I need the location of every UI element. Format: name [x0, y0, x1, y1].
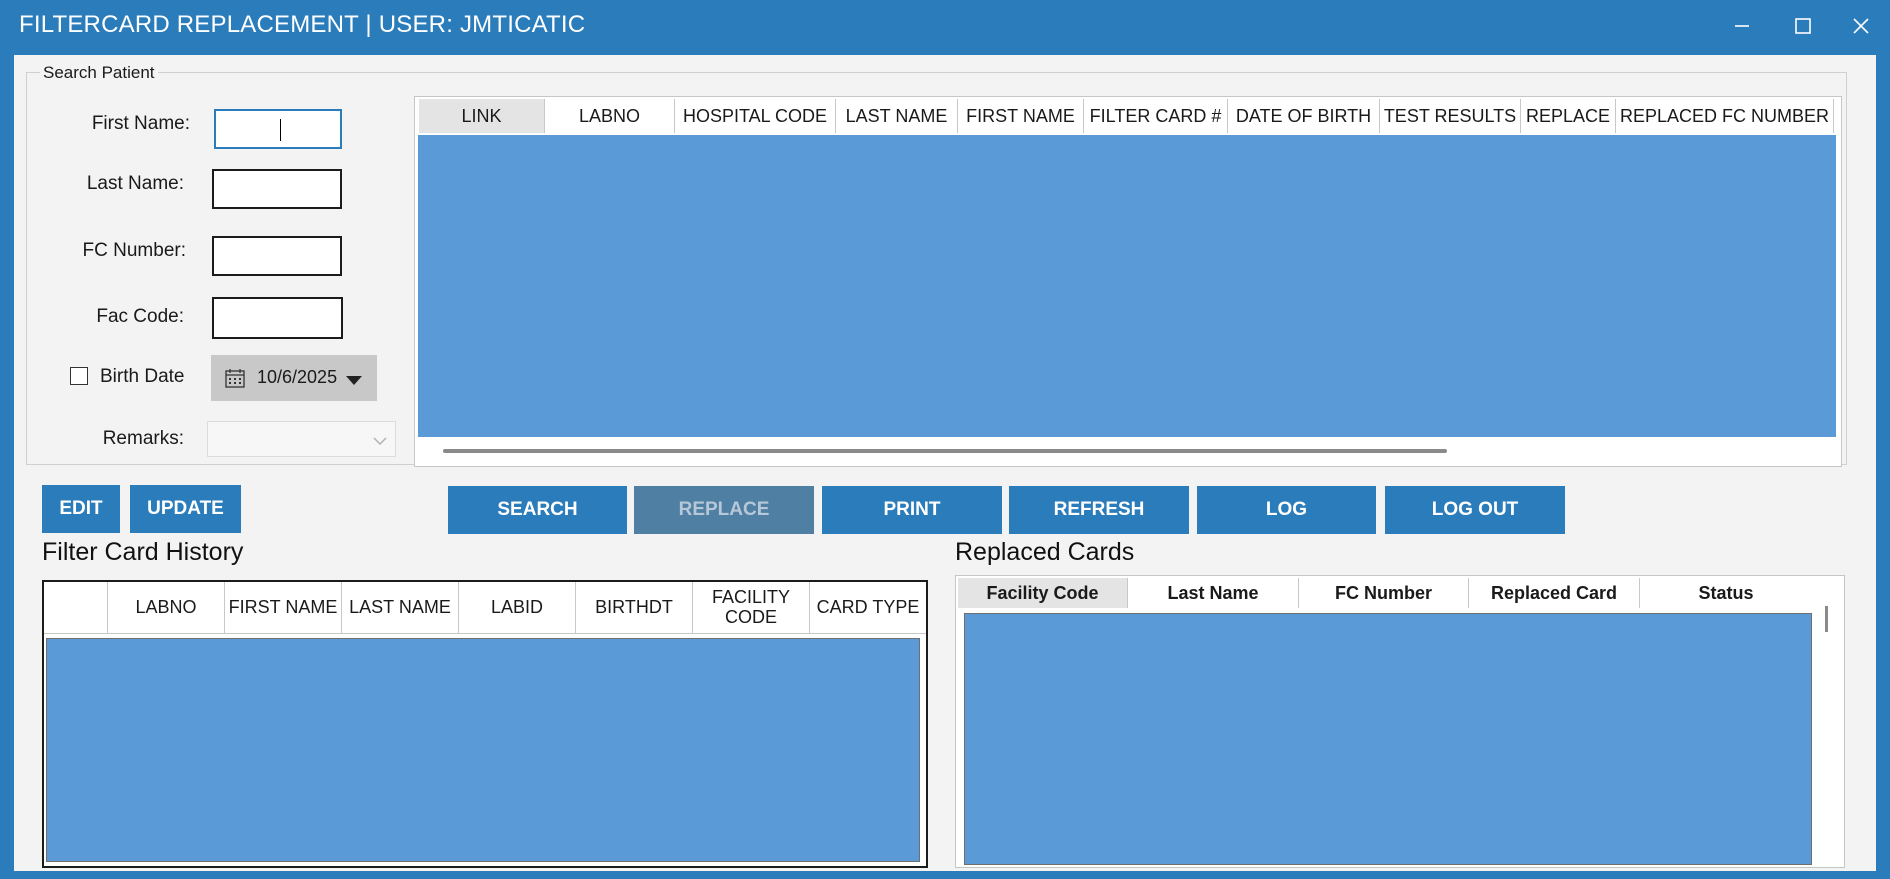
column-header[interactable]: BIRTHDT	[576, 582, 693, 633]
text-caret	[280, 119, 281, 141]
history-grid-header: LABNO FIRST NAME LAST NAME LABID BIRTHDT…	[44, 582, 926, 634]
column-header[interactable]: LABNO	[108, 582, 225, 633]
calendar-icon	[225, 368, 245, 393]
fc-number-field[interactable]	[212, 236, 342, 276]
minimize-icon[interactable]	[1722, 6, 1762, 46]
column-header[interactable]: LAST NAME	[836, 99, 958, 133]
main-window: FILTERCARD REPLACEMENT | USER: JMTICATIC…	[0, 0, 1890, 879]
results-grid-body[interactable]	[418, 135, 1836, 437]
first-name-field[interactable]	[214, 109, 342, 149]
edit-button[interactable]: EDIT	[42, 485, 120, 533]
client-area: Search Patient First Name: Last Name: FC…	[14, 55, 1876, 871]
vertical-scrollbar[interactable]	[1825, 606, 1828, 632]
birth-date-label: Birth Date	[100, 366, 185, 387]
column-header[interactable]: LABID	[459, 582, 576, 633]
column-header[interactable]: Last Name	[1128, 578, 1299, 608]
replaced-cards-grid: Facility Code Last Name FC Number Replac…	[955, 575, 1845, 868]
column-header[interactable]: REPLACED FC NUMBER	[1616, 99, 1834, 133]
window-title: FILTERCARD REPLACEMENT | USER: JMTICATIC	[19, 11, 586, 38]
birth-date-picker[interactable]: 10/6/2025	[211, 355, 377, 401]
column-header[interactable]: LAST NAME	[342, 582, 459, 633]
print-button[interactable]: PRINT	[822, 486, 1002, 534]
history-grid-body[interactable]	[46, 638, 920, 862]
birth-date-value: 10/6/2025	[257, 367, 338, 387]
column-header[interactable]: CARD TYPE	[810, 582, 926, 633]
dropdown-arrow-icon[interactable]	[346, 373, 362, 391]
column-header[interactable]: FILTER CARD #	[1084, 99, 1228, 133]
column-header[interactable]: LABNO	[545, 99, 675, 133]
update-button[interactable]: UPDATE	[130, 485, 241, 533]
remarks-combobox[interactable]	[207, 421, 396, 457]
maximize-icon[interactable]	[1783, 6, 1823, 46]
birth-date-checkbox[interactable]	[70, 367, 88, 385]
replaced-grid-body[interactable]	[964, 613, 1812, 865]
log-button[interactable]: LOG	[1197, 486, 1376, 534]
column-header[interactable]: TEST RESULTS	[1380, 99, 1521, 133]
replaced-grid-header: Facility Code Last Name FC Number Replac…	[958, 578, 1814, 608]
filter-card-history-title: Filter Card History	[42, 538, 244, 566]
close-icon[interactable]	[1841, 6, 1881, 46]
column-header[interactable]: FC Number	[1299, 578, 1469, 608]
last-name-label: Last Name:	[86, 173, 184, 194]
column-header[interactable]: Replaced Card	[1469, 578, 1640, 608]
last-name-field[interactable]	[212, 169, 342, 209]
filter-card-history-grid: LABNO FIRST NAME LAST NAME LABID BIRTHDT…	[42, 580, 928, 868]
chevron-down-icon	[373, 434, 387, 452]
column-header[interactable]: Status	[1640, 578, 1812, 608]
remarks-label: Remarks:	[102, 428, 184, 449]
column-header[interactable]: FIRST NAME	[958, 99, 1084, 133]
logout-button[interactable]: LOG OUT	[1385, 486, 1565, 534]
column-header	[44, 582, 108, 633]
column-header[interactable]: FIRST NAME	[225, 582, 342, 633]
search-button[interactable]: SEARCH	[448, 486, 627, 534]
fc-number-label: FC Number:	[82, 240, 186, 261]
column-header[interactable]: LINK	[419, 99, 545, 133]
fac-code-field[interactable]	[212, 297, 343, 339]
title-bar: FILTERCARD REPLACEMENT | USER: JMTICATIC	[0, 0, 1890, 54]
search-results-grid: LINK LABNO HOSPITAL CODE LAST NAME FIRST…	[414, 96, 1842, 467]
column-header[interactable]: Facility Code	[958, 578, 1128, 608]
column-header[interactable]: HOSPITAL CODE	[675, 99, 836, 133]
results-grid-header: LINK LABNO HOSPITAL CODE LAST NAME FIRST…	[417, 99, 1839, 133]
horizontal-scrollbar[interactable]	[443, 449, 1447, 453]
column-header[interactable]: REPLACE	[1521, 99, 1616, 133]
first-name-label: First Name:	[91, 113, 190, 134]
replace-button[interactable]: REPLACE	[634, 486, 814, 534]
refresh-button[interactable]: REFRESH	[1009, 486, 1189, 534]
search-patient-legend: Search Patient	[40, 63, 158, 83]
replaced-cards-title: Replaced Cards	[955, 538, 1135, 566]
column-header[interactable]: FACILITY CODE	[693, 582, 810, 633]
column-header[interactable]: DATE OF BIRTH	[1228, 99, 1380, 133]
fac-code-label: Fac Code:	[96, 306, 184, 327]
